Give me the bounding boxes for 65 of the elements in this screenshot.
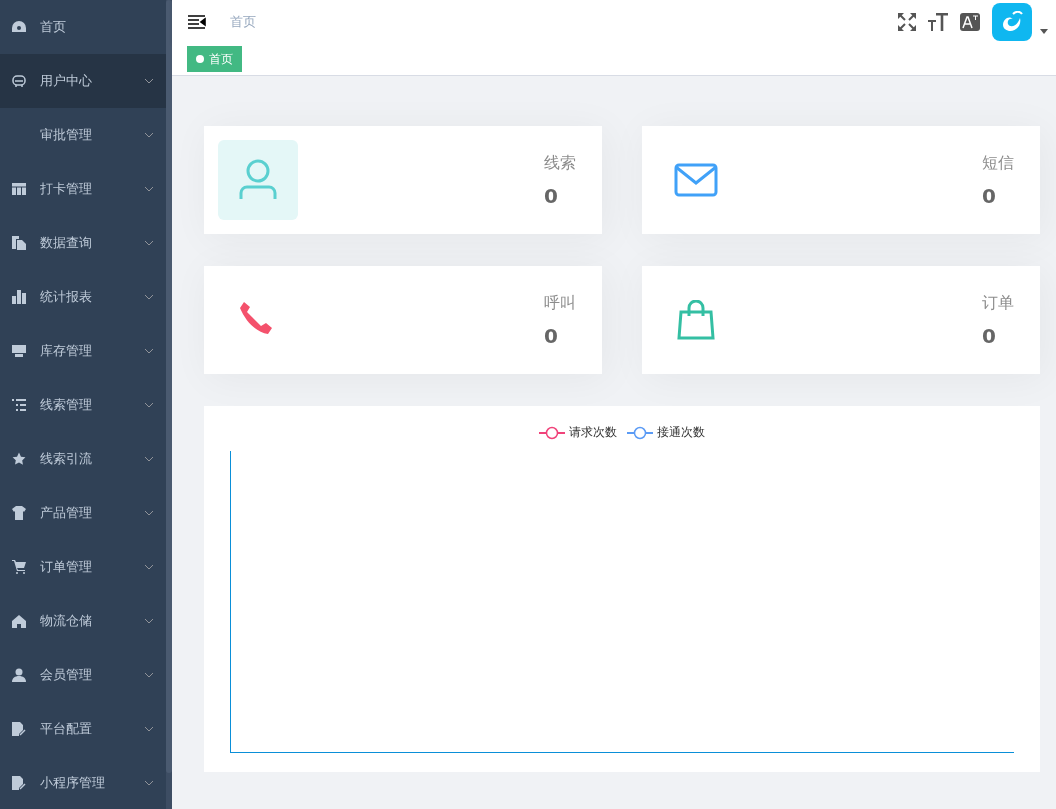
cart-icon bbox=[12, 560, 26, 574]
chevron-down-icon bbox=[144, 186, 154, 192]
dot-icon bbox=[196, 55, 204, 63]
sidebar-item[interactable]: 会员管理 bbox=[0, 648, 166, 702]
font-size-icon[interactable] bbox=[928, 12, 948, 31]
sidebar-item[interactable]: 订单管理 bbox=[0, 540, 166, 594]
chevron-down-icon bbox=[144, 294, 154, 300]
chevron-down-icon bbox=[144, 240, 154, 246]
documents-icon bbox=[12, 236, 26, 250]
caret-down-icon[interactable] bbox=[1040, 29, 1048, 34]
home-icon bbox=[12, 614, 26, 628]
sidebar-item[interactable]: 小程序管理 bbox=[0, 756, 166, 809]
edit-document-icon bbox=[12, 776, 26, 790]
sidebar-item[interactable]: 物流仓储 bbox=[0, 594, 166, 648]
shopping-bag-icon bbox=[677, 300, 715, 340]
star-icon bbox=[12, 452, 26, 466]
chevron-down-icon bbox=[144, 348, 154, 354]
sidebar-item[interactable]: 首页 bbox=[0, 0, 166, 54]
legend-label: 请求次数 bbox=[569, 424, 617, 441]
shirt-icon bbox=[12, 506, 26, 520]
menu-fold-icon[interactable] bbox=[188, 14, 206, 29]
stat-label: 订单 bbox=[982, 292, 1014, 314]
stat-label: 短信 bbox=[982, 152, 1014, 174]
chevron-down-icon bbox=[144, 132, 154, 138]
bar-chart-icon bbox=[12, 290, 26, 304]
chevron-down-icon bbox=[144, 510, 154, 516]
sidebar-item[interactable]: 数据查询 bbox=[0, 216, 166, 270]
grid-icon bbox=[12, 183, 26, 195]
chevron-down-icon bbox=[144, 402, 154, 408]
sidebar-item[interactable]: 平台配置 bbox=[0, 702, 166, 756]
monitor-icon bbox=[12, 345, 26, 357]
envelope-icon bbox=[674, 163, 718, 197]
sidebar-item[interactable]: 库存管理 bbox=[0, 324, 166, 378]
edit-document-icon bbox=[12, 722, 26, 736]
chevron-down-icon bbox=[144, 780, 154, 786]
list-icon bbox=[12, 399, 26, 411]
stat-value: 0 bbox=[982, 183, 997, 208]
legend-label: 接通次数 bbox=[657, 424, 705, 441]
user-icon bbox=[239, 159, 277, 201]
chevron-down-icon bbox=[144, 456, 154, 462]
chevron-down-icon bbox=[144, 564, 154, 570]
stat-value: 0 bbox=[982, 323, 997, 348]
dashboard-icon bbox=[12, 21, 26, 33]
sidebar-item[interactable]: 审批管理 bbox=[0, 108, 166, 162]
breadcrumb: 首页 bbox=[230, 12, 257, 31]
sidebar-item[interactable]: 线索管理 bbox=[0, 378, 166, 432]
chevron-down-icon bbox=[144, 618, 154, 624]
sidebar-item[interactable]: 线索引流 bbox=[0, 432, 166, 486]
tab-label: 首页 bbox=[209, 50, 233, 68]
chevron-down-icon bbox=[144, 726, 154, 732]
user-icon bbox=[12, 668, 26, 682]
stat-value: 0 bbox=[544, 183, 559, 208]
chevron-down-icon bbox=[144, 672, 154, 678]
fullscreen-icon[interactable] bbox=[898, 12, 916, 31]
stat-label: 呼叫 bbox=[544, 292, 576, 314]
sidebar-item[interactable]: 打卡管理 bbox=[0, 162, 166, 216]
sidebar-item[interactable]: 用户中心 bbox=[0, 54, 166, 108]
scrollbar[interactable] bbox=[166, 0, 172, 809]
stat-value: 0 bbox=[544, 323, 559, 348]
sidebar-item[interactable]: 产品管理 bbox=[0, 486, 166, 540]
translate-icon[interactable] bbox=[960, 12, 980, 31]
robot-icon bbox=[12, 74, 26, 88]
chevron-down-icon bbox=[144, 78, 154, 84]
sidebar-item[interactable]: 统计报表 bbox=[0, 270, 166, 324]
stat-label: 线索 bbox=[544, 152, 576, 174]
